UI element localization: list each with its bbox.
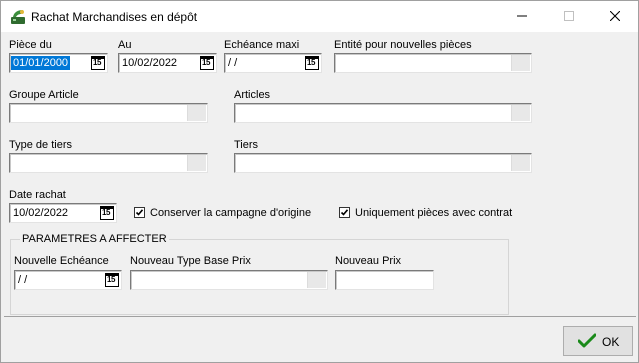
app-icon (11, 10, 25, 24)
au-calendar-icon[interactable]: 15 (200, 56, 214, 70)
conserver-label[interactable]: Conserver la campagne d'origine (150, 207, 311, 219)
piece-du-calendar-icon[interactable]: 15 (91, 56, 105, 70)
window-title: Rachat Marchandises en dépôt (31, 10, 198, 24)
piece-du-field[interactable]: 01/01/2000 15 (9, 53, 108, 73)
checkmark-icon (340, 209, 349, 216)
date-rachat-label: Date rachat (9, 189, 66, 201)
au-value: 10/02/2022 (122, 57, 178, 69)
title-bar: Rachat Marchandises en dépôt (1, 1, 638, 32)
type-base-prix-dropdown[interactable] (130, 270, 328, 290)
groupe-article-label: Groupe Article (9, 89, 79, 101)
groupe-article-dropdown[interactable] (9, 103, 208, 123)
maximize-button[interactable] (546, 1, 592, 32)
au-label: Au (118, 39, 132, 51)
minimize-icon (517, 15, 527, 17)
nouvelle-echeance-calendar-icon[interactable]: 15 (105, 273, 119, 287)
close-icon (610, 11, 620, 21)
tiers-label: Tiers (234, 139, 259, 151)
nouveau-prix-field[interactable] (335, 270, 434, 290)
type-base-prix-label: Nouveau Type Base Prix (130, 255, 251, 267)
tiers-dropdown[interactable] (234, 153, 532, 173)
echeance-maxi-calendar-icon[interactable]: 15 (305, 56, 319, 70)
uniquement-label[interactable]: Uniquement pièces avec contrat (355, 207, 512, 219)
echeance-maxi-field[interactable]: / / 15 (224, 53, 322, 73)
articles-dropdown-button[interactable] (511, 105, 530, 121)
piece-du-label: Pièce du (9, 39, 52, 51)
groupe-article-dropdown-button[interactable] (187, 105, 206, 121)
au-field[interactable]: 10/02/2022 15 (118, 53, 217, 73)
ok-button[interactable]: OK (563, 326, 633, 356)
echeance-maxi-value: / / (228, 57, 238, 69)
ok-button-label: OK (602, 335, 620, 349)
close-button[interactable] (592, 1, 638, 32)
entite-dropdown[interactable] (334, 53, 532, 73)
nouvelle-echeance-field[interactable]: / / 15 (14, 270, 122, 290)
dialog-window: Rachat Marchandises en dépôt Pièce du 01… (0, 0, 639, 363)
nouveau-prix-label: Nouveau Prix (335, 255, 402, 267)
type-tiers-dropdown-button[interactable] (187, 155, 206, 171)
type-tiers-dropdown[interactable] (9, 153, 208, 173)
piece-du-value: 01/01/2000 (11, 56, 71, 70)
parametres-groupbox: PARAMETRES A AFFECTER Nouvelle Echéance … (10, 233, 509, 315)
type-tiers-label: Type de tiers (9, 139, 72, 151)
minimize-button[interactable] (499, 1, 545, 32)
parametres-title: PARAMETRES A AFFECTER (20, 233, 169, 245)
articles-dropdown[interactable] (234, 103, 532, 123)
date-rachat-calendar-icon[interactable]: 15 (100, 206, 114, 220)
type-base-prix-dropdown-button[interactable] (307, 272, 326, 288)
articles-label: Articles (234, 89, 271, 101)
uniquement-checkbox[interactable] (339, 207, 350, 218)
conserver-checkbox[interactable] (134, 207, 145, 218)
tiers-dropdown-button[interactable] (511, 155, 530, 171)
echeance-maxi-label: Echéance maxi (224, 39, 300, 51)
date-rachat-value: 10/02/2022 (13, 207, 69, 219)
nouvelle-echeance-value: / / (18, 274, 28, 286)
nouvelle-echeance-label: Nouvelle Echéance (14, 255, 109, 267)
entite-dropdown-button[interactable] (511, 55, 530, 71)
entite-label: Entité pour nouvelles pièces (334, 39, 472, 51)
checkmark-icon (578, 333, 596, 348)
date-rachat-field[interactable]: 10/02/2022 15 (9, 203, 117, 223)
form-panel: Pièce du 01/01/2000 15 Au 10/02/2022 15 … (4, 33, 636, 317)
maximize-icon (564, 11, 574, 21)
checkmark-icon (135, 209, 144, 216)
